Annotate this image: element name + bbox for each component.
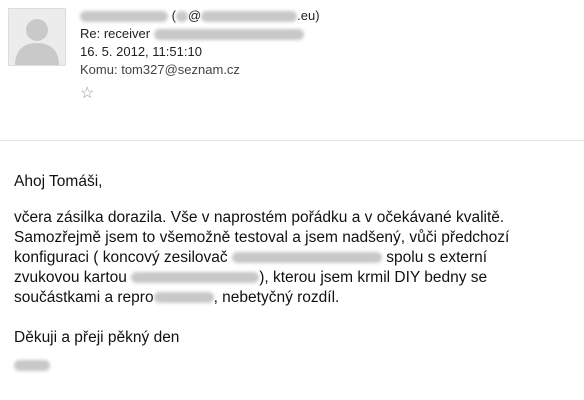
closing: Děkuji a přeji pěkný den bbox=[14, 329, 180, 346]
subject-text: Re: receiver bbox=[80, 26, 151, 41]
signature bbox=[14, 356, 579, 376]
subject-line: Re: receiver bbox=[80, 25, 320, 43]
body-line-1: včera zásilka dorazila. Vše v naprostém … bbox=[14, 209, 505, 226]
sender-at: @ bbox=[187, 8, 202, 23]
body-line-4: zvukovou kartou ), kterou jsem krmil DIY… bbox=[14, 268, 579, 288]
to-line: Komu: tom327@seznam.cz bbox=[80, 61, 320, 79]
redacted-sender-name bbox=[80, 11, 168, 23]
star-outline-icon[interactable]: ☆ bbox=[80, 85, 320, 103]
to-label: Komu: bbox=[80, 62, 118, 77]
redacted-sender-local bbox=[175, 11, 188, 23]
message-header: (@ .eu) Re: receiver 16. 5. 2012, 11:51:1… bbox=[80, 7, 320, 103]
to-email[interactable]: tom327@seznam.cz bbox=[121, 62, 240, 77]
body-line-2: Samozřejmě jsem to všemožně testoval a j… bbox=[14, 229, 510, 246]
body-line-3: konfiguraci ( koncový zesilovač spolu s … bbox=[14, 248, 579, 268]
redacted-soundcard bbox=[131, 272, 260, 284]
body-line-3-a: konfiguraci ( koncový zesilovač bbox=[14, 249, 228, 266]
body-line-4-b: ), kterou jsem krmil DIY bedny se bbox=[259, 269, 488, 286]
sender-domain-tail: .eu) bbox=[297, 8, 320, 23]
redacted-amplifier bbox=[231, 252, 382, 264]
header-divider bbox=[0, 140, 584, 141]
redacted-speaker bbox=[153, 292, 214, 304]
greeting: Ahoj Tomáši, bbox=[14, 173, 103, 190]
sender-line: (@ .eu) bbox=[80, 7, 320, 25]
redacted-signature bbox=[14, 360, 50, 372]
message-body: Ahoj Tomáši, včera zásilka dorazila. Vše… bbox=[14, 172, 579, 376]
date-line: 16. 5. 2012, 11:51:10 bbox=[80, 44, 202, 59]
avatar bbox=[8, 8, 66, 66]
body-line-5-a: součástkami a repro bbox=[14, 289, 154, 306]
body-line-5-b: , nebetyčný rozdíl. bbox=[213, 289, 340, 306]
redacted-sender-domain bbox=[201, 11, 298, 23]
redacted-subject-tail bbox=[153, 29, 304, 41]
body-line-3-b: spolu s externí bbox=[386, 249, 488, 266]
body-line-5: součástkami a repro , nebetyčný rozdíl. bbox=[14, 288, 579, 308]
default-user-icon bbox=[9, 9, 65, 65]
body-line-4-a: zvukovou kartou bbox=[14, 269, 127, 286]
